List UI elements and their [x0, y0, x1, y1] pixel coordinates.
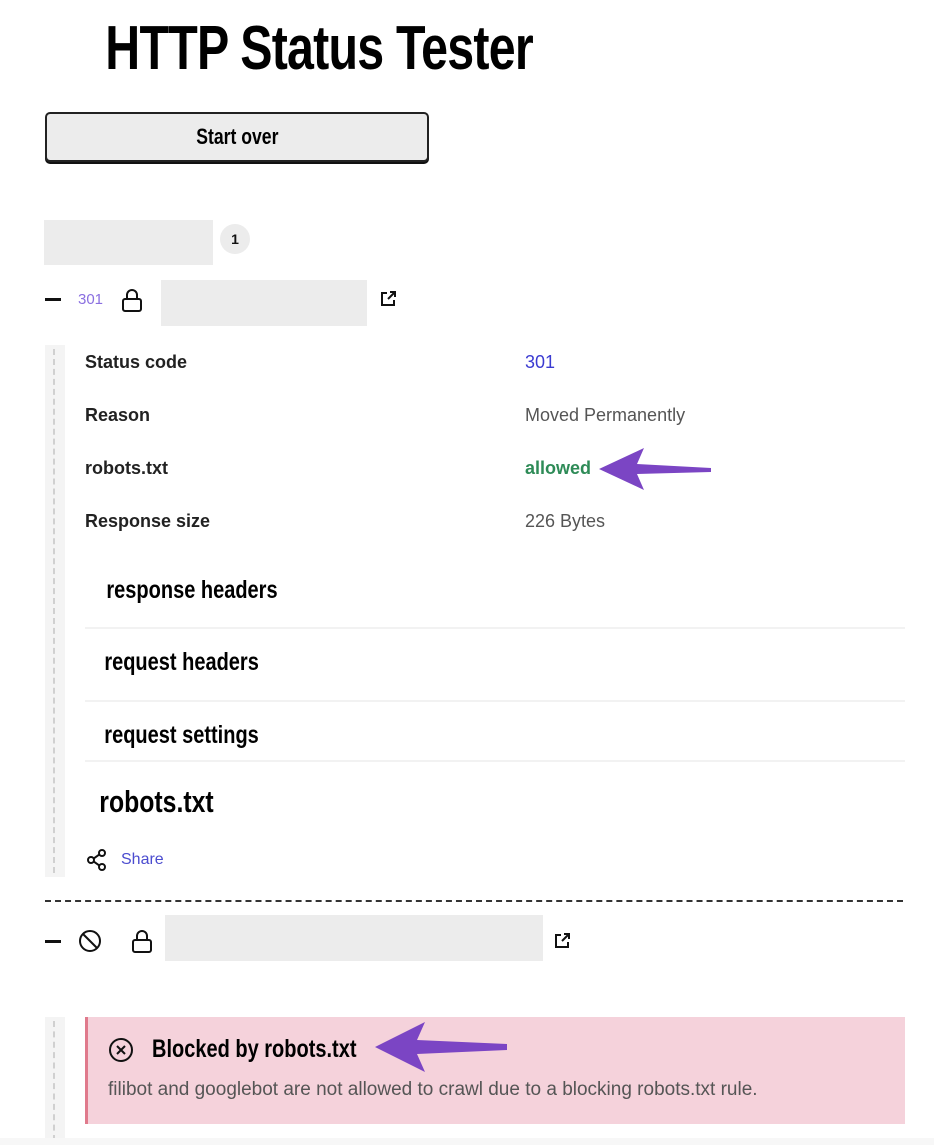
alert-title: Blocked by robots.txt — [152, 1035, 357, 1063]
detail-gutter — [45, 1017, 65, 1145]
divider — [85, 700, 905, 702]
section-request-settings[interactable]: request settings — [104, 721, 258, 750]
start-over-button[interactable]: Start over — [45, 112, 429, 162]
external-link-icon[interactable] — [553, 932, 571, 950]
lock-icon — [132, 930, 152, 953]
collapse-icon[interactable] — [45, 298, 61, 301]
detail-label: Status code — [85, 352, 188, 372]
url-placeholder — [161, 280, 367, 326]
annotation-arrow — [375, 1022, 507, 1072]
section-response-headers[interactable]: response headers — [106, 576, 277, 605]
status-code-badge: 301 — [78, 291, 104, 308]
share-label: Share — [121, 851, 164, 868]
status-code-value: 301 — [525, 352, 556, 372]
detail-label: Reason — [85, 405, 151, 425]
host-placeholder — [44, 220, 213, 265]
entry-separator — [45, 900, 903, 902]
collapse-icon[interactable] — [45, 940, 61, 943]
close-circle-icon — [109, 1038, 133, 1062]
detail-label: robots.txt — [85, 458, 168, 478]
blocked-icon — [79, 930, 101, 952]
page-title: HTTP Status Tester — [105, 14, 533, 83]
external-link-icon[interactable] — [379, 290, 397, 308]
detail-gutter — [45, 345, 65, 877]
alert-message: filibot and googlebot are not allowed to… — [108, 1079, 758, 1100]
section-robots-txt[interactable]: robots.txt — [99, 784, 213, 820]
annotation-arrow — [599, 448, 711, 490]
page-bottom-edge — [0, 1138, 934, 1145]
url-placeholder — [165, 915, 543, 961]
divider — [85, 627, 905, 629]
start-over-label: Start over — [195, 124, 279, 149]
detail-label: Response size — [85, 511, 211, 531]
response-size-value: 226 Bytes — [525, 511, 606, 531]
result-count-badge: 1 — [220, 224, 250, 254]
divider — [85, 760, 905, 762]
reason-value: Moved Permanently — [525, 405, 686, 425]
lock-icon — [122, 289, 142, 312]
robots-status-value: allowed — [525, 458, 592, 478]
share-icon — [87, 849, 106, 871]
share-link[interactable]: Share — [85, 848, 164, 872]
section-request-headers[interactable]: request headers — [104, 648, 259, 677]
